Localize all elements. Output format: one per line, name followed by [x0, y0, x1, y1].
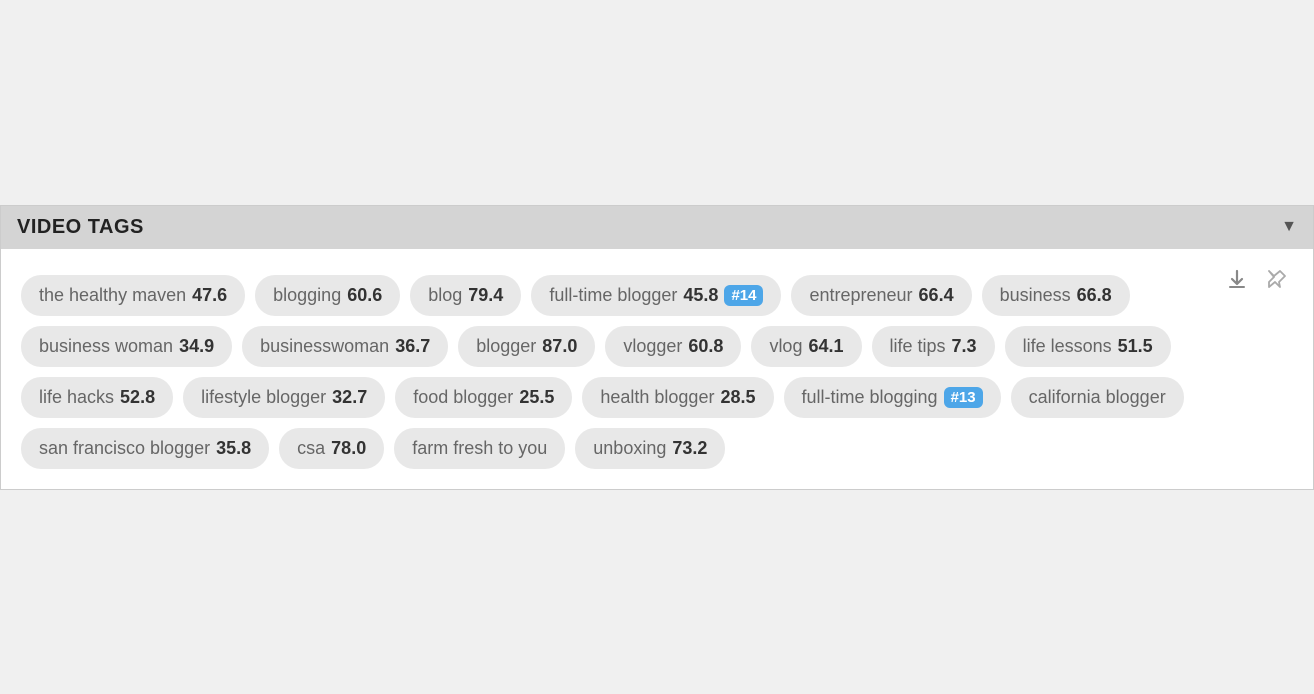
- tag-label: blog: [428, 285, 462, 306]
- tag-item[interactable]: blogger 87.0: [458, 326, 595, 367]
- tag-item[interactable]: farm fresh to you: [394, 428, 565, 469]
- tag-score: 60.6: [347, 285, 382, 306]
- tag-label: vlog: [769, 336, 802, 357]
- tag-score: 79.4: [468, 285, 503, 306]
- tag-label: businesswoman: [260, 336, 389, 357]
- tag-item[interactable]: blog 79.4: [410, 275, 521, 316]
- tag-label: life lessons: [1023, 336, 1112, 357]
- tag-label: full-time blogging: [802, 387, 938, 408]
- tag-item[interactable]: vlogger 60.8: [605, 326, 741, 367]
- tag-label: lifestyle blogger: [201, 387, 326, 408]
- tag-score: 66.4: [919, 285, 954, 306]
- tag-item[interactable]: vlog 64.1: [751, 326, 861, 367]
- tag-score: 73.2: [672, 438, 707, 459]
- tag-item[interactable]: unboxing 73.2: [575, 428, 725, 469]
- tag-label: the healthy maven: [39, 285, 186, 306]
- download-icon[interactable]: [1221, 263, 1253, 295]
- tag-score: 35.8: [216, 438, 251, 459]
- panel-body: the healthy maven 47.6 blogging 60.6 blog 79.…: [1, 249, 1313, 489]
- pin-icon[interactable]: [1261, 263, 1293, 295]
- tag-label: life hacks: [39, 387, 114, 408]
- tag-score: 78.0: [331, 438, 366, 459]
- tag-label: life tips: [890, 336, 946, 357]
- tag-item[interactable]: life tips 7.3: [872, 326, 995, 367]
- tag-score: 60.8: [688, 336, 723, 357]
- tag-badge: #14: [724, 285, 763, 306]
- tag-item[interactable]: california blogger: [1011, 377, 1184, 418]
- tag-item[interactable]: the healthy maven 47.6: [21, 275, 245, 316]
- tag-label: san francisco blogger: [39, 438, 210, 459]
- tag-label: california blogger: [1029, 387, 1166, 408]
- video-tags-panel: VIDEO TAGS ▼ the healthy maven 47.6 bloggi…: [0, 205, 1314, 490]
- tag-item[interactable]: businesswoman 36.7: [242, 326, 448, 367]
- tag-item[interactable]: life hacks 52.8: [21, 377, 173, 418]
- tag-score: 28.5: [720, 387, 755, 408]
- tag-item[interactable]: business woman 34.9: [21, 326, 232, 367]
- tag-item[interactable]: csa 78.0: [279, 428, 384, 469]
- tag-label: business: [1000, 285, 1071, 306]
- tag-label: entrepreneur: [809, 285, 912, 306]
- tag-item[interactable]: full-time blogger 45.8 #14: [531, 275, 781, 316]
- tag-item[interactable]: food blogger 25.5: [395, 377, 572, 418]
- tag-label: unboxing: [593, 438, 666, 459]
- tag-score: 47.6: [192, 285, 227, 306]
- tag-label: food blogger: [413, 387, 513, 408]
- tag-item[interactable]: blogging 60.6: [255, 275, 400, 316]
- tag-label: health blogger: [600, 387, 714, 408]
- tag-label: vlogger: [623, 336, 682, 357]
- tag-label: blogger: [476, 336, 536, 357]
- tag-score: 87.0: [542, 336, 577, 357]
- tag-label: farm fresh to you: [412, 438, 547, 459]
- tag-item[interactable]: full-time blogging #13: [784, 377, 1001, 418]
- tag-badge: #13: [944, 387, 983, 408]
- icon-bar: [1221, 263, 1293, 295]
- tag-score: 32.7: [332, 387, 367, 408]
- tag-item[interactable]: health blogger 28.5: [582, 377, 773, 418]
- tag-item[interactable]: lifestyle blogger 32.7: [183, 377, 385, 418]
- tag-item[interactable]: business 66.8: [982, 275, 1130, 316]
- tag-item[interactable]: life lessons 51.5: [1005, 326, 1171, 367]
- tag-label: business woman: [39, 336, 173, 357]
- tag-score: 45.8: [683, 285, 718, 306]
- tag-label: csa: [297, 438, 325, 459]
- tag-score: 64.1: [808, 336, 843, 357]
- tag-score: 51.5: [1118, 336, 1153, 357]
- tag-item[interactable]: entrepreneur 66.4: [791, 275, 971, 316]
- panel-title: VIDEO TAGS: [17, 216, 144, 239]
- chevron-down-icon[interactable]: ▼: [1281, 218, 1297, 236]
- tag-label: blogging: [273, 285, 341, 306]
- tags-container: the healthy maven 47.6 blogging 60.6 blog 79.…: [21, 275, 1293, 469]
- tag-score: 36.7: [395, 336, 430, 357]
- tag-score: 66.8: [1077, 285, 1112, 306]
- tag-score: 52.8: [120, 387, 155, 408]
- panel-header: VIDEO TAGS ▼: [1, 206, 1313, 249]
- tag-score: 34.9: [179, 336, 214, 357]
- tag-score: 25.5: [519, 387, 554, 408]
- tag-item[interactable]: san francisco blogger 35.8: [21, 428, 269, 469]
- tag-score: 7.3: [952, 336, 977, 357]
- tag-label: full-time blogger: [549, 285, 677, 306]
